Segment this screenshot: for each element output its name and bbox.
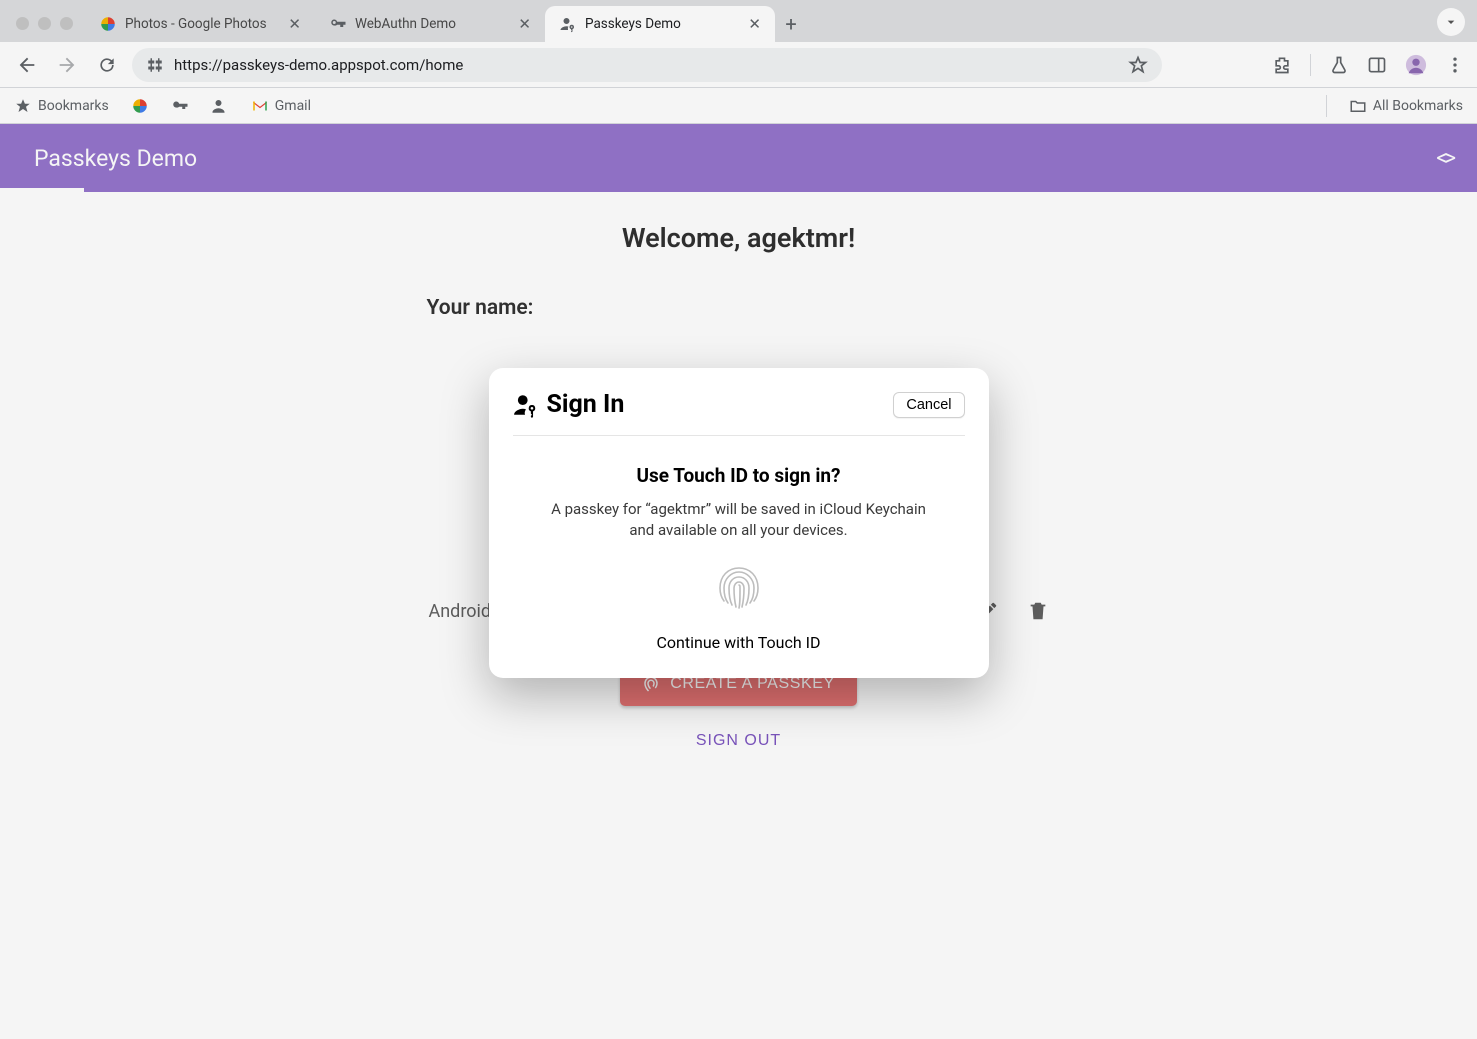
person-key-icon: [559, 15, 577, 33]
signin-modal: Sign In Cancel Use Touch ID to sign in? …: [489, 368, 989, 678]
modal-body: Use Touch ID to sign in? A passkey for “…: [513, 436, 965, 652]
delete-icon[interactable]: [1027, 600, 1049, 622]
sign-out-label: SIGN OUT: [696, 732, 781, 749]
close-icon[interactable]: ✕: [748, 15, 761, 33]
close-icon[interactable]: ✕: [288, 15, 301, 33]
sign-out-button[interactable]: SIGN OUT: [696, 732, 781, 750]
bookmark-gmail[interactable]: Gmail: [251, 97, 311, 115]
bookbar-divider: [1326, 95, 1327, 117]
bookmark-gmail-label: Gmail: [275, 98, 311, 114]
cancel-label: Cancel: [906, 397, 951, 413]
profile-avatar[interactable]: [1405, 54, 1427, 76]
modal-description: A passkey for “agektmr” will be saved in…: [539, 499, 939, 541]
bookmarks-bar: Bookmarks Gmail All Bookmarks: [0, 88, 1477, 124]
extensions-icon[interactable]: [1272, 55, 1292, 75]
traffic-light-minimize[interactable]: [38, 17, 51, 30]
traffic-light-close[interactable]: [16, 17, 29, 30]
bookmark-photos[interactable]: [131, 97, 149, 115]
app-title: Passkeys Demo: [34, 145, 197, 172]
tab-webauthn[interactable]: WebAuthn Demo ✕: [315, 6, 545, 42]
tab-photos[interactable]: Photos - Google Photos ✕: [85, 6, 315, 42]
window-controls: [16, 17, 73, 30]
kebab-menu-icon[interactable]: [1445, 55, 1465, 75]
toolbar-extensions: [1272, 54, 1465, 76]
modal-question: Use Touch ID to sign in?: [523, 464, 955, 487]
site-settings-icon[interactable]: [146, 56, 164, 74]
tab-title: Passkeys Demo: [585, 16, 681, 32]
bookmark-key[interactable]: [171, 97, 189, 115]
toolbar-divider: [1310, 54, 1311, 76]
labs-icon[interactable]: [1329, 55, 1349, 75]
address-bar[interactable]: https://passkeys-demo.appspot.com/home: [132, 48, 1162, 82]
tab-passkeys-active[interactable]: Passkeys Demo ✕: [545, 6, 775, 42]
reload-button[interactable]: [92, 50, 122, 80]
touch-id-icon[interactable]: [714, 563, 764, 613]
bookmarks-label: Bookmarks: [38, 98, 109, 114]
tab-title: Photos - Google Photos: [125, 16, 267, 32]
forward-button[interactable]: [52, 50, 82, 80]
back-button[interactable]: [12, 50, 42, 80]
traffic-light-zoom[interactable]: [60, 17, 73, 30]
app-header: Passkeys Demo <>: [0, 124, 1477, 192]
new-tab-button[interactable]: +: [775, 8, 807, 40]
bookmarks-folder[interactable]: Bookmarks: [14, 97, 109, 115]
welcome-heading: Welcome, agektmr!: [389, 222, 1089, 254]
all-bookmarks[interactable]: All Bookmarks: [1349, 97, 1463, 115]
your-name-label: Your name:: [427, 296, 1089, 320]
code-toggle-icon[interactable]: <>: [1436, 146, 1453, 171]
tab-overflow-button[interactable]: [1437, 8, 1465, 36]
person-key-icon: [513, 392, 539, 418]
browser-toolbar: https://passkeys-demo.appspot.com/home: [0, 42, 1477, 88]
continue-touch-id-label: Continue with Touch ID: [523, 633, 955, 652]
cancel-button[interactable]: Cancel: [893, 392, 964, 418]
modal-title: Sign In: [547, 390, 625, 419]
side-panel-icon[interactable]: [1367, 55, 1387, 75]
url-text: https://passkeys-demo.appspot.com/home: [174, 56, 463, 74]
tab-title: WebAuthn Demo: [355, 16, 456, 32]
tab-indicator: [0, 188, 84, 192]
passkey-row-label: Android: [429, 601, 492, 622]
bookmark-star-icon[interactable]: [1128, 55, 1148, 75]
key-icon: [329, 15, 347, 33]
browser-tab-strip: Photos - Google Photos ✕ WebAuthn Demo ✕…: [0, 0, 1477, 42]
modal-header: Sign In Cancel: [513, 390, 965, 436]
close-icon[interactable]: ✕: [518, 15, 531, 33]
all-bookmarks-label: All Bookmarks: [1373, 98, 1463, 114]
google-photos-icon: [99, 15, 117, 33]
bookmark-person[interactable]: [211, 97, 229, 115]
